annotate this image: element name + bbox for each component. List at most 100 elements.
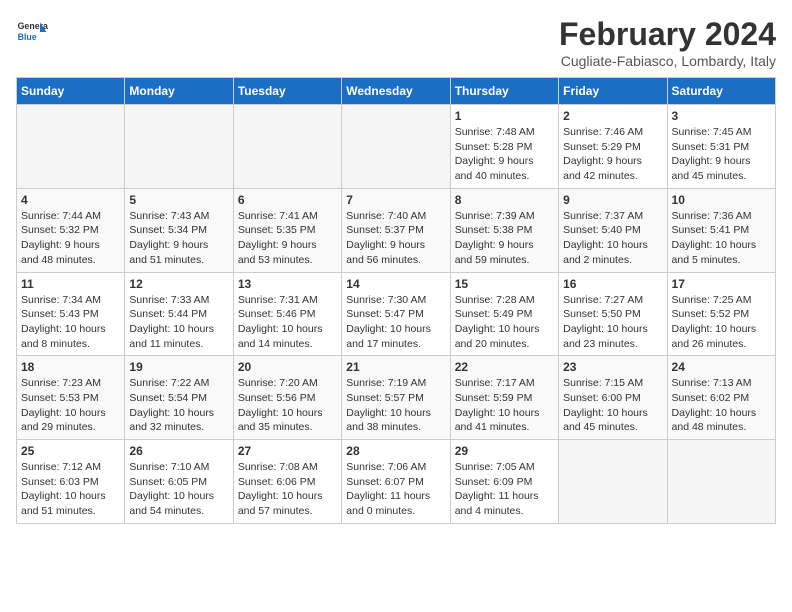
calendar-cell: 18Sunrise: 7:23 AM Sunset: 5:53 PM Dayli… [17,356,125,440]
day-info: Sunrise: 7:48 AM Sunset: 5:28 PM Dayligh… [455,125,554,184]
day-info: Sunrise: 7:41 AM Sunset: 5:35 PM Dayligh… [238,209,337,268]
day-number: 20 [238,360,337,374]
calendar-cell: 13 Sunrise: 7:31 AM Sunset: 5:46 PM Dayli… [233,272,341,356]
day-info: Sunrise: 7:25 AM Sunset: 5:52 PM Dayligh… [672,293,771,352]
day-info: Sunrise: 7:39 AM Sunset: 5:38 PM Dayligh… [455,209,554,268]
weekday-header-row: SundayMondayTuesdayWednesdayThursdayFrid… [17,78,776,105]
calendar-cell [233,105,341,189]
logo: General Blue [16,16,48,48]
calendar-cell: 19Sunrise: 7:22 AM Sunset: 5:54 PM Dayli… [125,356,233,440]
day-number: 17 [672,277,771,291]
day-number: 8 [455,193,554,207]
day-number: 5 [129,193,228,207]
calendar-cell: 6 Sunrise: 7:41 AM Sunset: 5:35 PM Daylig… [233,188,341,272]
day-number: 23 [563,360,662,374]
calendar-cell: 27 Sunrise: 7:08 AM Sunset: 6:06 PM Dayli… [233,440,341,524]
day-number: 15 [455,277,554,291]
calendar-cell: 28 Sunrise: 7:06 AM Sunset: 6:07 PM Dayli… [342,440,450,524]
calendar-cell: 29 Sunrise: 7:05 AM Sunset: 6:09 PM Dayli… [450,440,558,524]
day-number: 22 [455,360,554,374]
calendar-subtitle: Cugliate-Fabiasco, Lombardy, Italy [559,53,776,69]
weekday-header-friday: Friday [559,78,667,105]
day-number: 21 [346,360,445,374]
day-info: Sunrise: 7:33 AM Sunset: 5:44 PM Dayligh… [129,293,228,352]
day-info: Sunrise: 7:34 AM Sunset: 5:43 PM Dayligh… [21,293,120,352]
day-info: Sunrise: 7:46 AM Sunset: 5:29 PM Dayligh… [563,125,662,184]
day-number: 25 [21,444,120,458]
calendar-cell: 2 Sunrise: 7:46 AM Sunset: 5:29 PM Daylig… [559,105,667,189]
day-info: Sunrise: 7:10 AM Sunset: 6:05 PM Dayligh… [129,460,228,519]
calendar-cell: 11 Sunrise: 7:34 AM Sunset: 5:43 PM Dayli… [17,272,125,356]
day-info: Sunrise: 7:05 AM Sunset: 6:09 PM Dayligh… [455,460,554,519]
day-info: Sunrise: 7:06 AM Sunset: 6:07 PM Dayligh… [346,460,445,519]
calendar-week-row: 25 Sunrise: 7:12 AM Sunset: 6:03 PM Dayli… [17,440,776,524]
calendar-cell [559,440,667,524]
weekday-header-thursday: Thursday [450,78,558,105]
calendar-week-row: 11 Sunrise: 7:34 AM Sunset: 5:43 PM Dayli… [17,272,776,356]
calendar-cell [667,440,775,524]
calendar-cell: 23 Sunrise: 7:15 AM Sunset: 6:00 PM Dayli… [559,356,667,440]
day-info: Sunrise: 7:31 AM Sunset: 5:46 PM Dayligh… [238,293,337,352]
day-number: 2 [563,109,662,123]
day-info: Sunrise: 7:12 AM Sunset: 6:03 PM Dayligh… [21,460,120,519]
calendar-cell: 16 Sunrise: 7:27 AM Sunset: 5:50 PM Dayli… [559,272,667,356]
weekday-header-monday: Monday [125,78,233,105]
title-area: February 2024 Cugliate-Fabiasco, Lombard… [559,16,776,69]
day-info: Sunrise: 7:28 AM Sunset: 5:49 PM Dayligh… [455,293,554,352]
day-number: 7 [346,193,445,207]
day-number: 3 [672,109,771,123]
day-number: 29 [455,444,554,458]
day-number: 28 [346,444,445,458]
calendar-table: SundayMondayTuesdayWednesdayThursdayFrid… [16,77,776,524]
calendar-cell: 21 Sunrise: 7:19 AM Sunset: 5:57 PM Dayli… [342,356,450,440]
day-info: Sunrise: 7:27 AM Sunset: 5:50 PM Dayligh… [563,293,662,352]
calendar-cell [342,105,450,189]
day-number: 11 [21,277,120,291]
day-number: 27 [238,444,337,458]
day-number: 13 [238,277,337,291]
day-info: Sunrise: 7:19 AM Sunset: 5:57 PM Dayligh… [346,376,445,435]
calendar-cell [125,105,233,189]
calendar-cell: 24Sunrise: 7:13 AM Sunset: 6:02 PM Dayli… [667,356,775,440]
day-info: Sunrise: 7:36 AM Sunset: 5:41 PM Dayligh… [672,209,771,268]
day-number: 26 [129,444,228,458]
calendar-cell: 12 Sunrise: 7:33 AM Sunset: 5:44 PM Dayli… [125,272,233,356]
day-number: 1 [455,109,554,123]
logo-icon: General Blue [16,16,48,48]
calendar-cell: 17 Sunrise: 7:25 AM Sunset: 5:52 PM Dayli… [667,272,775,356]
calendar-cell: 3 Sunrise: 7:45 AM Sunset: 5:31 PM Daylig… [667,105,775,189]
calendar-title: February 2024 [559,16,776,53]
calendar-week-row: 18Sunrise: 7:23 AM Sunset: 5:53 PM Dayli… [17,356,776,440]
calendar-cell: 4Sunrise: 7:44 AM Sunset: 5:32 PM Daylig… [17,188,125,272]
day-number: 9 [563,193,662,207]
day-info: Sunrise: 7:45 AM Sunset: 5:31 PM Dayligh… [672,125,771,184]
day-number: 24 [672,360,771,374]
day-info: Sunrise: 7:22 AM Sunset: 5:54 PM Dayligh… [129,376,228,435]
calendar-cell: 10 Sunrise: 7:36 AM Sunset: 5:41 PM Dayli… [667,188,775,272]
calendar-cell: 1 Sunrise: 7:48 AM Sunset: 5:28 PM Daylig… [450,105,558,189]
svg-text:Blue: Blue [18,32,37,42]
weekday-header-saturday: Saturday [667,78,775,105]
header: General Blue February 2024 Cugliate-Fabi… [16,16,776,69]
day-info: Sunrise: 7:40 AM Sunset: 5:37 PM Dayligh… [346,209,445,268]
calendar-cell: 15 Sunrise: 7:28 AM Sunset: 5:49 PM Dayli… [450,272,558,356]
weekday-header-tuesday: Tuesday [233,78,341,105]
day-info: Sunrise: 7:08 AM Sunset: 6:06 PM Dayligh… [238,460,337,519]
calendar-cell: 9 Sunrise: 7:37 AM Sunset: 5:40 PM Daylig… [559,188,667,272]
calendar-cell [17,105,125,189]
calendar-cell: 8 Sunrise: 7:39 AM Sunset: 5:38 PM Daylig… [450,188,558,272]
calendar-cell: 22 Sunrise: 7:17 AM Sunset: 5:59 PM Dayli… [450,356,558,440]
day-info: Sunrise: 7:43 AM Sunset: 5:34 PM Dayligh… [129,209,228,268]
day-info: Sunrise: 7:17 AM Sunset: 5:59 PM Dayligh… [455,376,554,435]
day-info: Sunrise: 7:20 AM Sunset: 5:56 PM Dayligh… [238,376,337,435]
day-number: 12 [129,277,228,291]
day-number: 6 [238,193,337,207]
calendar-cell: 25 Sunrise: 7:12 AM Sunset: 6:03 PM Dayli… [17,440,125,524]
weekday-header-sunday: Sunday [17,78,125,105]
day-number: 16 [563,277,662,291]
day-number: 10 [672,193,771,207]
day-info: Sunrise: 7:15 AM Sunset: 6:00 PM Dayligh… [563,376,662,435]
calendar-cell: 20 Sunrise: 7:20 AM Sunset: 5:56 PM Dayli… [233,356,341,440]
day-info: Sunrise: 7:37 AM Sunset: 5:40 PM Dayligh… [563,209,662,268]
day-info: Sunrise: 7:23 AM Sunset: 5:53 PM Dayligh… [21,376,120,435]
